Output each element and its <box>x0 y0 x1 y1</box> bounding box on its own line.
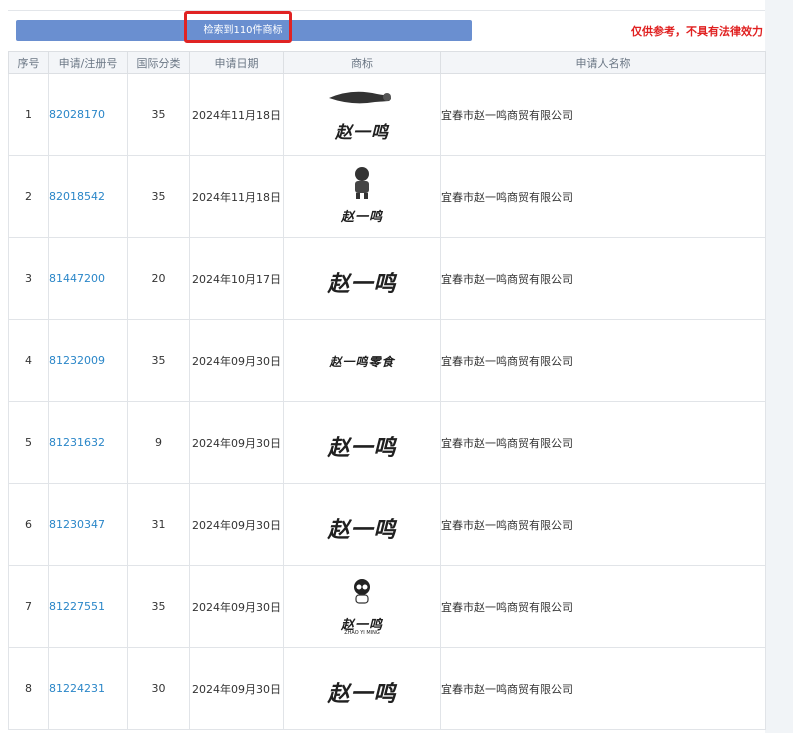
applicant-name: 宜春市赵一鸣商贸有限公司 <box>440 647 766 730</box>
reg-number-link[interactable]: 82018542 <box>49 190 105 203</box>
row-index: 4 <box>8 319 49 402</box>
table-row[interactable]: 5 81231632 9 2024年09月30日 赵一鸣 宜春市赵一鸣商贸有限公… <box>8 401 766 484</box>
date-cell: 2024年09月30日 <box>189 647 284 730</box>
trademark-logo-text: 赵一鸣 <box>327 680 397 707</box>
trademark-logo-subtext: ZHAO YI MING <box>344 629 380 636</box>
hero-character-figure <box>355 166 369 199</box>
column-header-logo: 商标 <box>283 51 441 74</box>
applicant-name: 宜春市赵一鸣商贸有限公司 <box>440 483 766 566</box>
results-header: 检索到110件商标 仅供参考，不具有法律效力 <box>8 11 765 51</box>
table-row[interactable]: 8 81224231 30 2024年09月30日 赵一鸣 宜春市赵一鸣商贸有限… <box>8 647 766 730</box>
trademark-table: 序号 申请/注册号 国际分类 申请日期 商标 申请人名称 1 82028170 … <box>8 51 766 730</box>
trademark-logo-text: 赵一鸣 <box>335 122 389 143</box>
trademark-logo-image[interactable]: 赵一鸣 <box>307 490 417 560</box>
table-row[interactable]: 3 81447200 20 2024年10月17日 赵一鸣 宜春市赵一鸣商贸有限… <box>8 237 766 320</box>
flying-hero-figure <box>329 91 391 103</box>
trademark-logo-image[interactable]: 赵一鸣 <box>307 244 417 314</box>
column-header-index: 序号 <box>8 51 49 74</box>
column-header-class: 国际分类 <box>127 51 190 74</box>
class-cell: 35 <box>127 319 190 402</box>
row-index: 3 <box>8 237 49 320</box>
column-header-date: 申请日期 <box>189 51 284 74</box>
date-cell: 2024年11月18日 <box>189 155 284 238</box>
date-cell: 2024年09月30日 <box>189 483 284 566</box>
trademark-logo-text: 赵一鸣 <box>340 209 383 225</box>
table-row[interactable]: 7 81227551 35 2024年09月30日 赵一鸣 ZHAO YI MI… <box>8 565 766 648</box>
column-header-applicant: 申请人名称 <box>440 51 766 74</box>
date-cell: 2024年10月17日 <box>189 237 284 320</box>
class-cell: 31 <box>127 483 190 566</box>
trademark-logo-image[interactable]: 赵一鸣 <box>307 80 417 150</box>
mascot-figure <box>354 578 370 604</box>
table-row[interactable]: 4 81232009 35 2024年09月30日 赵一鸣零食 宜春市赵一鸣商贸… <box>8 319 766 402</box>
class-cell: 35 <box>127 73 190 156</box>
trademark-logo-image[interactable]: 赵一鸣 <box>307 654 417 724</box>
table-row[interactable]: 2 82018542 35 2024年11月18日 赵一鸣 宜春市赵一鸣商贸有限… <box>8 155 766 238</box>
class-cell: 35 <box>127 565 190 648</box>
page-side-gutter <box>765 0 793 733</box>
class-cell: 30 <box>127 647 190 730</box>
row-index: 7 <box>8 565 49 648</box>
trademark-logo-text: 赵一鸣 <box>327 434 397 461</box>
trademark-logo-image[interactable]: 赵一鸣 <box>307 408 417 478</box>
date-cell: 2024年09月30日 <box>189 401 284 484</box>
applicant-name: 宜春市赵一鸣商贸有限公司 <box>440 237 766 320</box>
date-cell: 2024年09月30日 <box>189 565 284 648</box>
reg-number-link[interactable]: 81232009 <box>49 354 105 367</box>
applicant-name: 宜春市赵一鸣商贸有限公司 <box>440 319 766 402</box>
trademark-logo-image[interactable]: 赵一鸣 ZHAO YI MING <box>307 572 417 642</box>
row-index: 8 <box>8 647 49 730</box>
row-index: 2 <box>8 155 49 238</box>
reg-number-link[interactable]: 81230347 <box>49 518 105 531</box>
applicant-name: 宜春市赵一鸣商贸有限公司 <box>440 565 766 648</box>
class-cell: 9 <box>127 401 190 484</box>
table-row[interactable]: 1 82028170 35 2024年11月18日 赵一鸣 宜春市赵一鸣商贸有限… <box>8 73 766 156</box>
applicant-name: 宜春市赵一鸣商贸有限公司 <box>440 155 766 238</box>
reg-number-link[interactable]: 81231632 <box>49 436 105 449</box>
class-cell: 35 <box>127 155 190 238</box>
date-cell: 2024年11月18日 <box>189 73 284 156</box>
reg-number-link[interactable]: 81447200 <box>49 272 105 285</box>
trademark-logo-text: 赵一鸣零食 <box>329 354 395 369</box>
applicant-name: 宜春市赵一鸣商贸有限公司 <box>440 401 766 484</box>
date-cell: 2024年09月30日 <box>189 319 284 402</box>
column-header-reg-no: 申请/注册号 <box>48 51 128 74</box>
reg-number-link[interactable]: 82028170 <box>49 108 105 121</box>
class-cell: 20 <box>127 237 190 320</box>
reg-number-link[interactable]: 81224231 <box>49 682 105 695</box>
table-header-row: 序号 申请/注册号 国际分类 申请日期 商标 申请人名称 <box>8 51 766 74</box>
reg-number-link[interactable]: 81227551 <box>49 600 105 613</box>
table-row[interactable]: 6 81230347 31 2024年09月30日 赵一鸣 宜春市赵一鸣商贸有限… <box>8 483 766 566</box>
row-index: 6 <box>8 483 49 566</box>
legal-disclaimer: 仅供参考，不具有法律效力 <box>631 25 763 38</box>
trademark-logo-image[interactable]: 赵一鸣零食 <box>307 326 417 396</box>
trademark-logo-text: 赵一鸣 <box>327 270 397 297</box>
trademark-logo-image[interactable]: 赵一鸣 <box>307 162 417 232</box>
row-index: 5 <box>8 401 49 484</box>
result-count-highlight <box>184 11 292 43</box>
trademark-logo-text: 赵一鸣 <box>327 516 397 543</box>
applicant-name: 宜春市赵一鸣商贸有限公司 <box>440 73 766 156</box>
row-index: 1 <box>8 73 49 156</box>
